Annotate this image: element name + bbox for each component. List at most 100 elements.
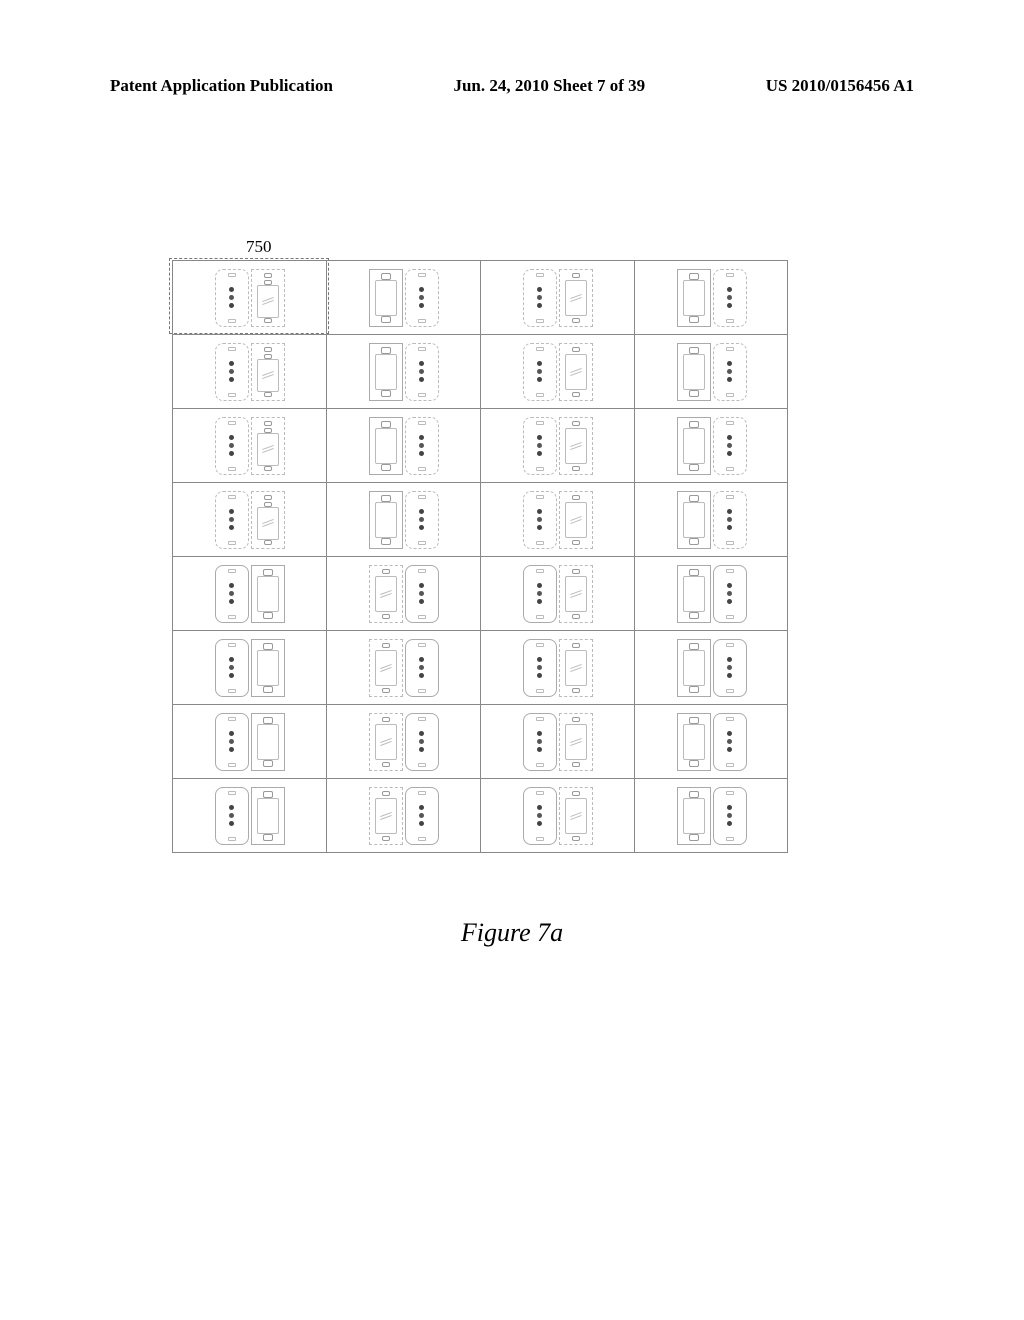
- component-glyph: [677, 787, 711, 845]
- component-glyph: [713, 787, 747, 845]
- component-glyph: [559, 269, 593, 327]
- callout-ref-750: 750: [246, 237, 272, 257]
- component-glyph: [405, 787, 439, 845]
- component-glyph: [523, 343, 557, 401]
- figure-7a: 750: [172, 260, 792, 853]
- component-glyph: [251, 417, 285, 475]
- component-glyph: [369, 787, 403, 845]
- grid-cell: [480, 260, 634, 334]
- component-glyph: [523, 639, 557, 697]
- component-glyph: [369, 343, 403, 401]
- component-glyph: [369, 269, 403, 327]
- grid-cell: [172, 704, 326, 778]
- component-glyph: [251, 565, 285, 623]
- layout-grid: [172, 260, 788, 853]
- component-glyph: [369, 565, 403, 623]
- component-glyph: [405, 269, 439, 327]
- component-glyph: [251, 269, 285, 327]
- component-glyph: [559, 417, 593, 475]
- component-glyph: [677, 417, 711, 475]
- component-glyph: [713, 491, 747, 549]
- component-glyph: [405, 417, 439, 475]
- component-glyph: [559, 565, 593, 623]
- component-glyph: [523, 565, 557, 623]
- component-glyph: [215, 343, 249, 401]
- grid-cell: [172, 556, 326, 630]
- grid-cell: [326, 778, 480, 852]
- component-glyph: [405, 491, 439, 549]
- component-glyph: [215, 713, 249, 771]
- component-glyph: [215, 417, 249, 475]
- component-glyph: [405, 343, 439, 401]
- component-glyph: [405, 565, 439, 623]
- component-glyph: [369, 639, 403, 697]
- grid-cell: [480, 334, 634, 408]
- component-glyph: [523, 713, 557, 771]
- grid-cell: [326, 260, 480, 334]
- grid-cell: [172, 482, 326, 556]
- grid-cell: [480, 704, 634, 778]
- component-glyph: [369, 713, 403, 771]
- component-glyph: [559, 343, 593, 401]
- component-glyph: [677, 713, 711, 771]
- grid-cell: [634, 630, 788, 704]
- grid-cell: [172, 778, 326, 852]
- component-glyph: [677, 639, 711, 697]
- grid-cell: [480, 630, 634, 704]
- grid-cell: [172, 260, 326, 334]
- grid-cell: [634, 556, 788, 630]
- grid-cell: [634, 334, 788, 408]
- component-glyph: [523, 269, 557, 327]
- grid-cell: [480, 482, 634, 556]
- grid-cell: [326, 704, 480, 778]
- component-glyph: [677, 491, 711, 549]
- component-glyph: [251, 491, 285, 549]
- component-glyph: [713, 343, 747, 401]
- patent-header: Patent Application Publication Jun. 24, …: [110, 76, 914, 96]
- component-glyph: [215, 639, 249, 697]
- grid-cell: [634, 704, 788, 778]
- component-glyph: [215, 269, 249, 327]
- grid-cell: [326, 408, 480, 482]
- grid-cell: [634, 778, 788, 852]
- header-right: US 2010/0156456 A1: [766, 76, 914, 96]
- component-glyph: [369, 417, 403, 475]
- component-glyph: [215, 787, 249, 845]
- component-glyph: [559, 787, 593, 845]
- grid-cell: [326, 482, 480, 556]
- component-glyph: [713, 713, 747, 771]
- component-glyph: [215, 491, 249, 549]
- grid-cell: [172, 408, 326, 482]
- grid-cell: [326, 556, 480, 630]
- grid-cell: [480, 556, 634, 630]
- component-glyph: [251, 713, 285, 771]
- component-glyph: [713, 639, 747, 697]
- component-glyph: [559, 713, 593, 771]
- grid-cell: [172, 334, 326, 408]
- grid-cell: [172, 630, 326, 704]
- grid-cell: [326, 630, 480, 704]
- header-left: Patent Application Publication: [110, 76, 333, 96]
- component-glyph: [677, 565, 711, 623]
- component-glyph: [215, 565, 249, 623]
- component-glyph: [405, 639, 439, 697]
- component-glyph: [369, 491, 403, 549]
- component-glyph: [559, 491, 593, 549]
- component-glyph: [559, 639, 593, 697]
- component-glyph: [713, 417, 747, 475]
- component-glyph: [251, 787, 285, 845]
- grid-cell: [326, 334, 480, 408]
- figure-caption: Figure 7a: [0, 918, 1024, 948]
- component-glyph: [523, 417, 557, 475]
- grid-cell: [480, 778, 634, 852]
- component-glyph: [405, 713, 439, 771]
- grid-cell: [634, 408, 788, 482]
- grid-cell: [634, 260, 788, 334]
- component-glyph: [677, 269, 711, 327]
- grid-cell: [634, 482, 788, 556]
- component-glyph: [251, 639, 285, 697]
- component-glyph: [677, 343, 711, 401]
- component-glyph: [523, 787, 557, 845]
- component-glyph: [251, 343, 285, 401]
- grid-cell: [480, 408, 634, 482]
